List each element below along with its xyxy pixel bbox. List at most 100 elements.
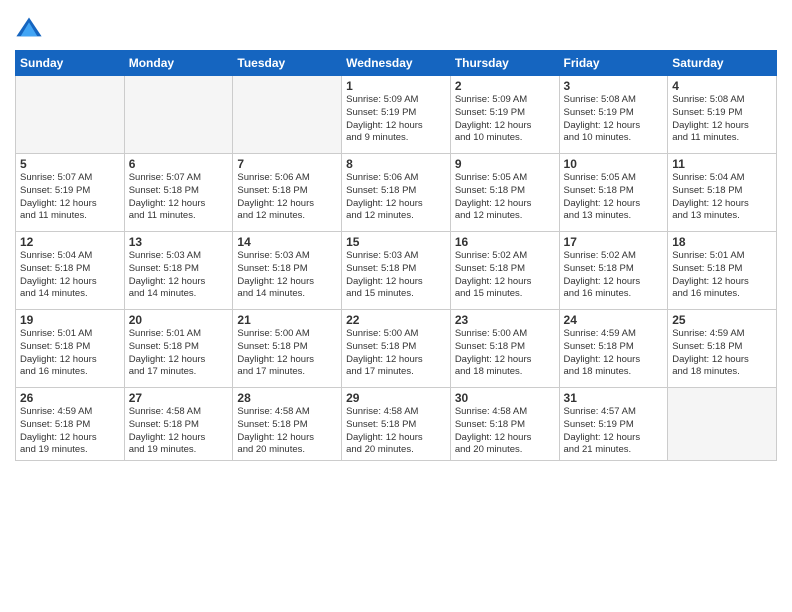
day-number: 22 xyxy=(346,313,446,327)
calendar-cell: 14Sunrise: 5:03 AM Sunset: 5:18 PM Dayli… xyxy=(233,232,342,310)
day-info: Sunrise: 5:05 AM Sunset: 5:18 PM Dayligh… xyxy=(455,172,555,223)
day-info: Sunrise: 4:59 AM Sunset: 5:18 PM Dayligh… xyxy=(672,328,772,379)
day-info: Sunrise: 5:00 AM Sunset: 5:18 PM Dayligh… xyxy=(346,328,446,379)
day-info: Sunrise: 5:03 AM Sunset: 5:18 PM Dayligh… xyxy=(129,250,229,301)
calendar-cell xyxy=(668,388,777,461)
day-number: 28 xyxy=(237,391,337,405)
day-number: 4 xyxy=(672,79,772,93)
day-info: Sunrise: 4:58 AM Sunset: 5:18 PM Dayligh… xyxy=(237,406,337,457)
calendar-cell: 28Sunrise: 4:58 AM Sunset: 5:18 PM Dayli… xyxy=(233,388,342,461)
header-cell-tuesday: Tuesday xyxy=(233,51,342,76)
logo-icon xyxy=(15,14,43,42)
day-number: 10 xyxy=(564,157,664,171)
calendar-cell: 7Sunrise: 5:06 AM Sunset: 5:18 PM Daylig… xyxy=(233,154,342,232)
day-number: 1 xyxy=(346,79,446,93)
header xyxy=(15,10,777,42)
day-info: Sunrise: 4:58 AM Sunset: 5:18 PM Dayligh… xyxy=(455,406,555,457)
day-info: Sunrise: 4:57 AM Sunset: 5:19 PM Dayligh… xyxy=(564,406,664,457)
day-info: Sunrise: 5:08 AM Sunset: 5:19 PM Dayligh… xyxy=(672,94,772,145)
calendar-cell xyxy=(124,76,233,154)
day-number: 9 xyxy=(455,157,555,171)
day-info: Sunrise: 4:58 AM Sunset: 5:18 PM Dayligh… xyxy=(346,406,446,457)
calendar-cell: 27Sunrise: 4:58 AM Sunset: 5:18 PM Dayli… xyxy=(124,388,233,461)
day-number: 26 xyxy=(20,391,120,405)
calendar-cell: 18Sunrise: 5:01 AM Sunset: 5:18 PM Dayli… xyxy=(668,232,777,310)
day-number: 16 xyxy=(455,235,555,249)
calendar-cell: 26Sunrise: 4:59 AM Sunset: 5:18 PM Dayli… xyxy=(16,388,125,461)
day-number: 23 xyxy=(455,313,555,327)
day-info: Sunrise: 5:02 AM Sunset: 5:18 PM Dayligh… xyxy=(455,250,555,301)
day-number: 29 xyxy=(346,391,446,405)
day-info: Sunrise: 5:07 AM Sunset: 5:19 PM Dayligh… xyxy=(20,172,120,223)
calendar-cell: 8Sunrise: 5:06 AM Sunset: 5:18 PM Daylig… xyxy=(342,154,451,232)
header-cell-saturday: Saturday xyxy=(668,51,777,76)
header-cell-sunday: Sunday xyxy=(16,51,125,76)
header-cell-monday: Monday xyxy=(124,51,233,76)
calendar-cell: 24Sunrise: 4:59 AM Sunset: 5:18 PM Dayli… xyxy=(559,310,668,388)
calendar-cell: 21Sunrise: 5:00 AM Sunset: 5:18 PM Dayli… xyxy=(233,310,342,388)
calendar-cell: 10Sunrise: 5:05 AM Sunset: 5:18 PM Dayli… xyxy=(559,154,668,232)
day-info: Sunrise: 5:01 AM Sunset: 5:18 PM Dayligh… xyxy=(20,328,120,379)
day-number: 21 xyxy=(237,313,337,327)
header-row: SundayMondayTuesdayWednesdayThursdayFrid… xyxy=(16,51,777,76)
day-info: Sunrise: 5:01 AM Sunset: 5:18 PM Dayligh… xyxy=(672,250,772,301)
calendar-week-3: 12Sunrise: 5:04 AM Sunset: 5:18 PM Dayli… xyxy=(16,232,777,310)
day-info: Sunrise: 5:09 AM Sunset: 5:19 PM Dayligh… xyxy=(346,94,446,145)
calendar-cell: 16Sunrise: 5:02 AM Sunset: 5:18 PM Dayli… xyxy=(450,232,559,310)
calendar-body: 1Sunrise: 5:09 AM Sunset: 5:19 PM Daylig… xyxy=(16,76,777,461)
day-number: 6 xyxy=(129,157,229,171)
day-info: Sunrise: 5:03 AM Sunset: 5:18 PM Dayligh… xyxy=(237,250,337,301)
header-cell-wednesday: Wednesday xyxy=(342,51,451,76)
day-number: 13 xyxy=(129,235,229,249)
calendar-cell: 1Sunrise: 5:09 AM Sunset: 5:19 PM Daylig… xyxy=(342,76,451,154)
day-number: 17 xyxy=(564,235,664,249)
day-number: 24 xyxy=(564,313,664,327)
calendar-table: SundayMondayTuesdayWednesdayThursdayFrid… xyxy=(15,50,777,461)
calendar-week-2: 5Sunrise: 5:07 AM Sunset: 5:19 PM Daylig… xyxy=(16,154,777,232)
day-info: Sunrise: 4:59 AM Sunset: 5:18 PM Dayligh… xyxy=(20,406,120,457)
day-info: Sunrise: 4:59 AM Sunset: 5:18 PM Dayligh… xyxy=(564,328,664,379)
calendar-cell: 17Sunrise: 5:02 AM Sunset: 5:18 PM Dayli… xyxy=(559,232,668,310)
day-info: Sunrise: 5:03 AM Sunset: 5:18 PM Dayligh… xyxy=(346,250,446,301)
header-cell-friday: Friday xyxy=(559,51,668,76)
calendar-cell: 12Sunrise: 5:04 AM Sunset: 5:18 PM Dayli… xyxy=(16,232,125,310)
day-number: 5 xyxy=(20,157,120,171)
logo xyxy=(15,14,47,42)
calendar-cell: 15Sunrise: 5:03 AM Sunset: 5:18 PM Dayli… xyxy=(342,232,451,310)
day-info: Sunrise: 5:06 AM Sunset: 5:18 PM Dayligh… xyxy=(237,172,337,223)
day-info: Sunrise: 4:58 AM Sunset: 5:18 PM Dayligh… xyxy=(129,406,229,457)
day-info: Sunrise: 5:04 AM Sunset: 5:18 PM Dayligh… xyxy=(20,250,120,301)
day-info: Sunrise: 5:02 AM Sunset: 5:18 PM Dayligh… xyxy=(564,250,664,301)
page-container: SundayMondayTuesdayWednesdayThursdayFrid… xyxy=(0,0,792,612)
day-info: Sunrise: 5:04 AM Sunset: 5:18 PM Dayligh… xyxy=(672,172,772,223)
header-cell-thursday: Thursday xyxy=(450,51,559,76)
day-info: Sunrise: 5:01 AM Sunset: 5:18 PM Dayligh… xyxy=(129,328,229,379)
calendar-cell: 4Sunrise: 5:08 AM Sunset: 5:19 PM Daylig… xyxy=(668,76,777,154)
calendar-cell xyxy=(233,76,342,154)
day-number: 30 xyxy=(455,391,555,405)
calendar-cell: 29Sunrise: 4:58 AM Sunset: 5:18 PM Dayli… xyxy=(342,388,451,461)
day-number: 15 xyxy=(346,235,446,249)
day-number: 8 xyxy=(346,157,446,171)
day-number: 12 xyxy=(20,235,120,249)
day-info: Sunrise: 5:00 AM Sunset: 5:18 PM Dayligh… xyxy=(455,328,555,379)
calendar-cell: 25Sunrise: 4:59 AM Sunset: 5:18 PM Dayli… xyxy=(668,310,777,388)
day-number: 25 xyxy=(672,313,772,327)
calendar-cell: 5Sunrise: 5:07 AM Sunset: 5:19 PM Daylig… xyxy=(16,154,125,232)
calendar-cell: 11Sunrise: 5:04 AM Sunset: 5:18 PM Dayli… xyxy=(668,154,777,232)
calendar-cell: 20Sunrise: 5:01 AM Sunset: 5:18 PM Dayli… xyxy=(124,310,233,388)
day-number: 31 xyxy=(564,391,664,405)
calendar-cell: 2Sunrise: 5:09 AM Sunset: 5:19 PM Daylig… xyxy=(450,76,559,154)
day-info: Sunrise: 5:05 AM Sunset: 5:18 PM Dayligh… xyxy=(564,172,664,223)
day-number: 19 xyxy=(20,313,120,327)
day-info: Sunrise: 5:07 AM Sunset: 5:18 PM Dayligh… xyxy=(129,172,229,223)
day-number: 27 xyxy=(129,391,229,405)
calendar-cell: 22Sunrise: 5:00 AM Sunset: 5:18 PM Dayli… xyxy=(342,310,451,388)
day-number: 11 xyxy=(672,157,772,171)
calendar-cell xyxy=(16,76,125,154)
day-info: Sunrise: 5:09 AM Sunset: 5:19 PM Dayligh… xyxy=(455,94,555,145)
calendar-cell: 13Sunrise: 5:03 AM Sunset: 5:18 PM Dayli… xyxy=(124,232,233,310)
calendar-header: SundayMondayTuesdayWednesdayThursdayFrid… xyxy=(16,51,777,76)
day-number: 3 xyxy=(564,79,664,93)
calendar-cell: 23Sunrise: 5:00 AM Sunset: 5:18 PM Dayli… xyxy=(450,310,559,388)
